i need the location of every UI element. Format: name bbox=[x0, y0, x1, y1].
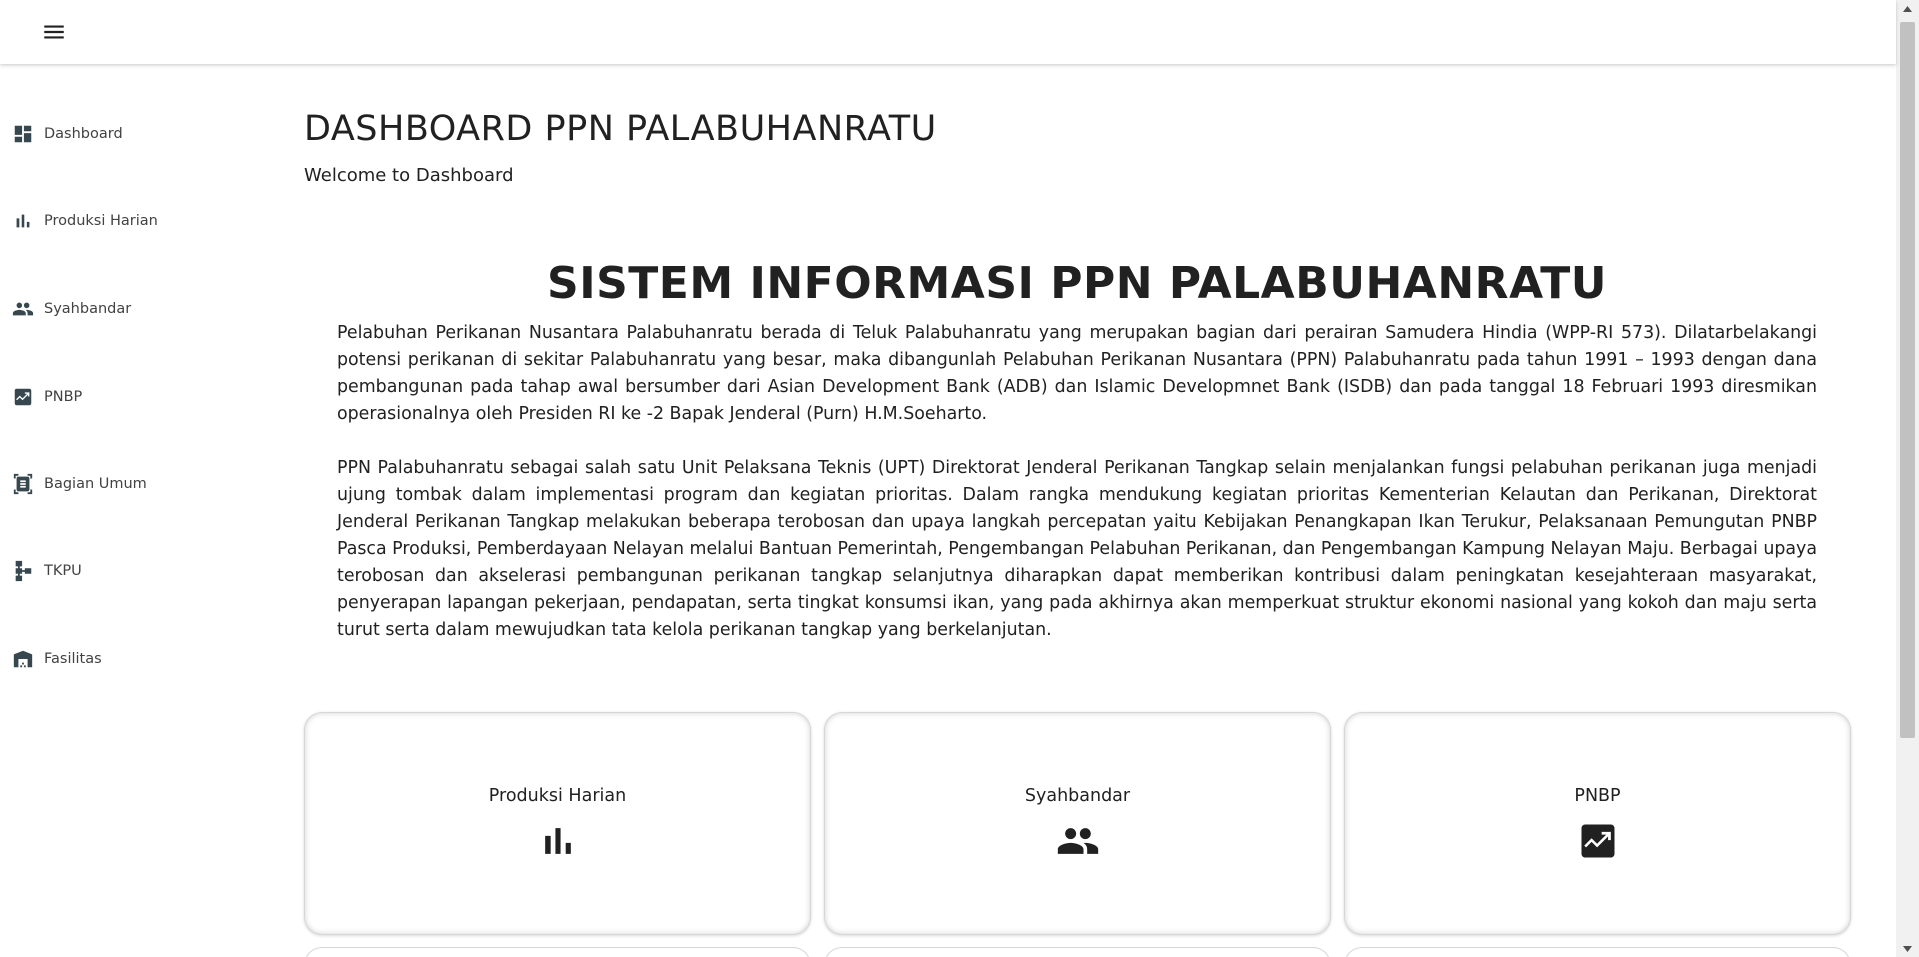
sidebar: Dashboard Produksi Harian Syahbandar PNB… bbox=[0, 64, 270, 957]
document-scanner-icon bbox=[12, 473, 34, 495]
sidebar-item-tkpu[interactable]: TKPU bbox=[0, 547, 260, 595]
sidebar-item-fasilitas[interactable]: Fasilitas bbox=[0, 635, 260, 683]
app-bar bbox=[0, 0, 1896, 64]
card-partial[interactable] bbox=[1344, 947, 1851, 957]
schema-icon bbox=[12, 560, 34, 582]
card-title: Syahbandar bbox=[1024, 786, 1131, 806]
sidebar-item-label: Produksi Harian bbox=[44, 213, 158, 229]
trending-up-icon bbox=[1576, 819, 1620, 863]
dashboard-icon bbox=[12, 123, 34, 145]
trending-up-icon bbox=[12, 386, 34, 408]
page-subtitle: Welcome to Dashboard bbox=[304, 165, 514, 186]
system-title: SISTEM INFORMASI PPN PALABUHANRATU bbox=[547, 258, 1607, 309]
sidebar-item-label: PNBP bbox=[44, 389, 83, 405]
scroll-up-arrow-icon[interactable] bbox=[1896, 0, 1919, 17]
warehouse-icon bbox=[12, 648, 34, 670]
card-syahbandar[interactable]: Syahbandar bbox=[824, 712, 1331, 935]
intro-paragraph: Pelabuhan Perikanan Nusantara Palabuhanr… bbox=[337, 323, 1817, 424]
card-pnbp[interactable]: PNBP bbox=[1344, 712, 1851, 935]
card-produksi-harian[interactable]: Produksi Harian bbox=[304, 712, 811, 935]
sidebar-item-pnbp[interactable]: PNBP bbox=[0, 373, 260, 421]
people-icon bbox=[1056, 819, 1100, 863]
sidebar-item-dashboard[interactable]: Dashboard bbox=[0, 110, 260, 158]
sidebar-item-label: Dashboard bbox=[44, 126, 123, 142]
card-partial[interactable] bbox=[824, 947, 1331, 957]
vertical-scrollbar[interactable] bbox=[1896, 0, 1919, 957]
people-icon bbox=[12, 298, 34, 320]
card-partial[interactable] bbox=[304, 947, 811, 957]
sidebar-item-syahbandar[interactable]: Syahbandar bbox=[0, 285, 260, 333]
scrollbar-thumb[interactable] bbox=[1900, 22, 1915, 738]
card-title: PNBP bbox=[1574, 786, 1621, 806]
card-title: Produksi Harian bbox=[488, 786, 627, 806]
sidebar-item-label: Fasilitas bbox=[44, 651, 102, 667]
intro-paragraph: PPN Palabuhanratu sebagai salah satu Uni… bbox=[337, 458, 1817, 640]
scroll-down-arrow-icon[interactable] bbox=[1896, 940, 1919, 957]
menu-icon[interactable] bbox=[38, 18, 70, 46]
page-title: DASHBOARD PPN PALABUHANRATU bbox=[304, 109, 937, 149]
sidebar-item-bagian-umum[interactable]: Bagian Umum bbox=[0, 460, 260, 508]
bar-chart-icon bbox=[12, 210, 34, 232]
sidebar-item-label: TKPU bbox=[44, 563, 82, 579]
sidebar-item-label: Bagian Umum bbox=[44, 476, 147, 492]
bar-chart-icon bbox=[536, 819, 580, 863]
sidebar-item-produksi-harian[interactable]: Produksi Harian bbox=[0, 197, 260, 245]
sidebar-item-label: Syahbandar bbox=[44, 301, 132, 317]
